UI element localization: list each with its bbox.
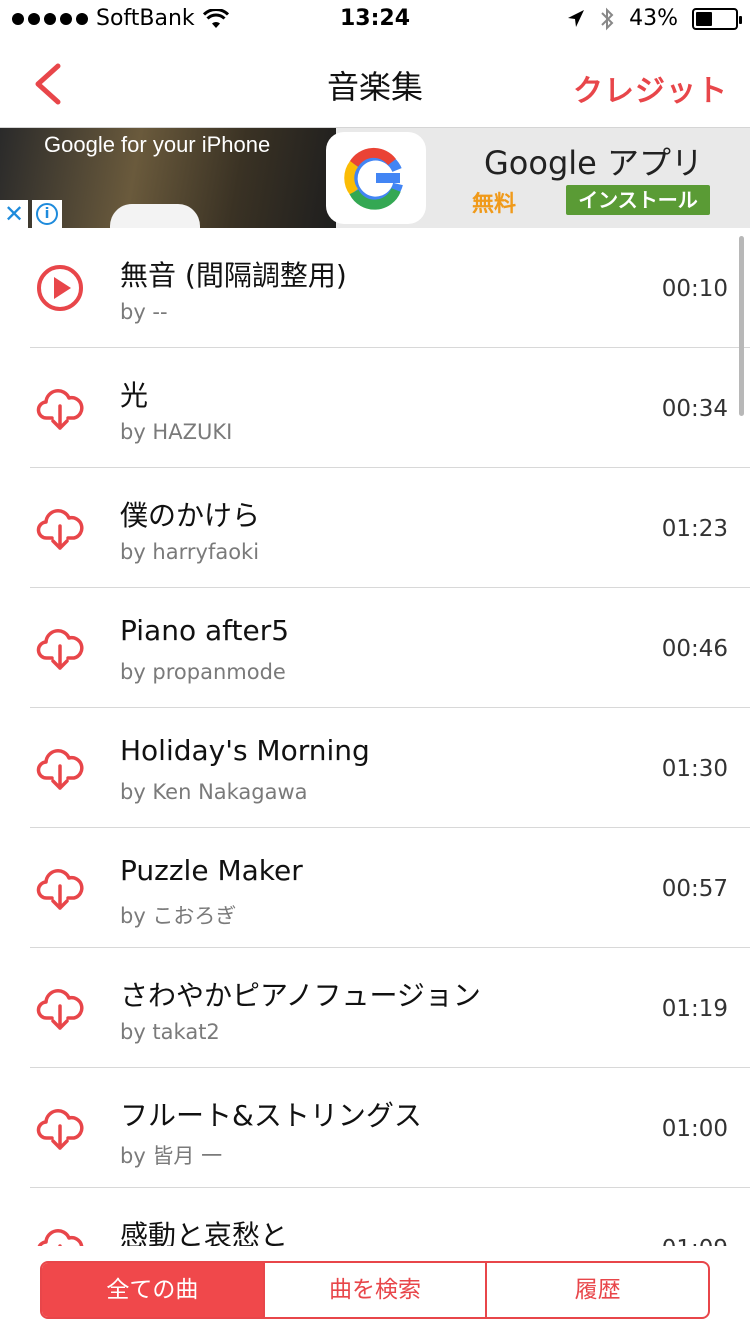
google-logo-icon[interactable]: [326, 132, 426, 224]
cloud-download-icon[interactable]: [36, 984, 84, 1032]
bluetooth-icon: [601, 7, 614, 30]
track-duration: 01:23: [661, 516, 728, 542]
battery-icon: [692, 7, 742, 30]
track-artist: by こおろぎ: [120, 904, 237, 928]
cloud-download-icon[interactable]: [36, 864, 84, 912]
track-duration: 01:30: [661, 756, 728, 782]
battery-level: [696, 11, 713, 26]
track-title: 僕のかけら: [120, 499, 261, 532]
ad-app-name: Google アプリ: [484, 144, 704, 182]
ad-close-button[interactable]: ✕: [0, 200, 28, 228]
location-arrow-icon: [568, 9, 585, 27]
track-title: さわやかピアノフュージョン: [120, 979, 481, 1012]
ad-install-button[interactable]: インストール: [566, 185, 710, 215]
ad-banner[interactable]: Google for your iPhone ✕ i Google アプリ 無料…: [0, 128, 750, 228]
track-row[interactable]: Piano after5 by propanmode 00:46: [0, 588, 750, 708]
track-row[interactable]: さわやかピアノフュージョン by takat2 01:19: [0, 948, 750, 1068]
track-duration: 00:34: [661, 396, 728, 422]
status-right: 43%: [567, 6, 742, 31]
track-duration: 00:10: [661, 276, 728, 302]
track-title: 感動と哀愁と: [120, 1219, 289, 1246]
track-artist: by harryfaoki: [120, 540, 260, 564]
bottom-bar: 全ての曲 曲を検索 履歴: [0, 1246, 750, 1334]
navigation-bar: 音楽集 クレジット: [0, 40, 750, 128]
track-duration: 01:09: [662, 1236, 728, 1246]
track-artist: by HAZUKI: [120, 420, 233, 444]
track-row[interactable]: 光 by HAZUKI 00:34: [0, 348, 750, 468]
cloud-download-icon[interactable]: [36, 384, 84, 432]
track-title: Holiday's Morning: [120, 734, 370, 767]
tab-history[interactable]: 履歴: [485, 1263, 708, 1317]
info-icon: i: [36, 203, 58, 225]
cloud-download-icon[interactable]: [36, 1224, 84, 1246]
ad-headline: Google for your iPhone: [44, 132, 271, 157]
track-duration: 00:46: [661, 636, 728, 662]
ad-image-shape: [110, 204, 200, 228]
track-row[interactable]: 僕のかけら by harryfaoki 01:23: [0, 468, 750, 588]
track-row[interactable]: フルート&ストリングス by 皆月 一 01:00: [0, 1068, 750, 1188]
credit-button[interactable]: クレジット: [573, 66, 728, 110]
track-title: フルート&ストリングス: [120, 1099, 422, 1132]
cloud-download-icon[interactable]: [36, 744, 84, 792]
battery-percent: 43%: [629, 6, 678, 31]
track-row[interactable]: 無音 (間隔調整用) by -- 00:10: [0, 228, 750, 348]
track-title: 光: [120, 379, 149, 412]
track-duration: 01:19: [661, 996, 728, 1022]
tab-search-songs[interactable]: 曲を検索: [262, 1263, 486, 1317]
track-artist: by takat2: [120, 1020, 220, 1044]
track-list[interactable]: 無音 (間隔調整用) by -- 00:10 光 by HAZUKI 00:34 僕のか…: [0, 228, 750, 1246]
track-artist: by 皆月 一: [120, 1144, 223, 1168]
play-circle-icon[interactable]: [36, 264, 84, 312]
track-title: Piano after5: [120, 614, 290, 647]
tab-all-songs[interactable]: 全ての曲: [42, 1263, 263, 1317]
status-bar: SoftBank 13:24 43%: [0, 0, 750, 40]
track-artist: by propanmode: [120, 660, 286, 684]
scrollbar[interactable]: [739, 236, 744, 416]
cloud-download-icon[interactable]: [36, 504, 84, 552]
track-artist: by --: [120, 300, 168, 324]
segmented-control: 全ての曲 曲を検索 履歴: [40, 1261, 710, 1319]
track-row[interactable]: Holiday's Morning by Ken Nakagawa 01:30: [0, 708, 750, 828]
track-title: 無音 (間隔調整用): [120, 259, 347, 292]
track-title: Puzzle Maker: [120, 854, 303, 887]
track-artist: by Ken Nakagawa: [120, 780, 308, 804]
cloud-download-icon[interactable]: [36, 624, 84, 672]
ad-info-button[interactable]: i: [32, 200, 62, 228]
ad-price: 無料: [472, 192, 517, 217]
track-duration: 00:57: [661, 876, 728, 902]
cloud-download-icon[interactable]: [36, 1104, 84, 1152]
track-row[interactable]: 感動と哀愁と 01:09: [0, 1188, 750, 1246]
track-row[interactable]: Puzzle Maker by こおろぎ 00:57: [0, 828, 750, 948]
track-duration: 01:00: [661, 1116, 728, 1142]
